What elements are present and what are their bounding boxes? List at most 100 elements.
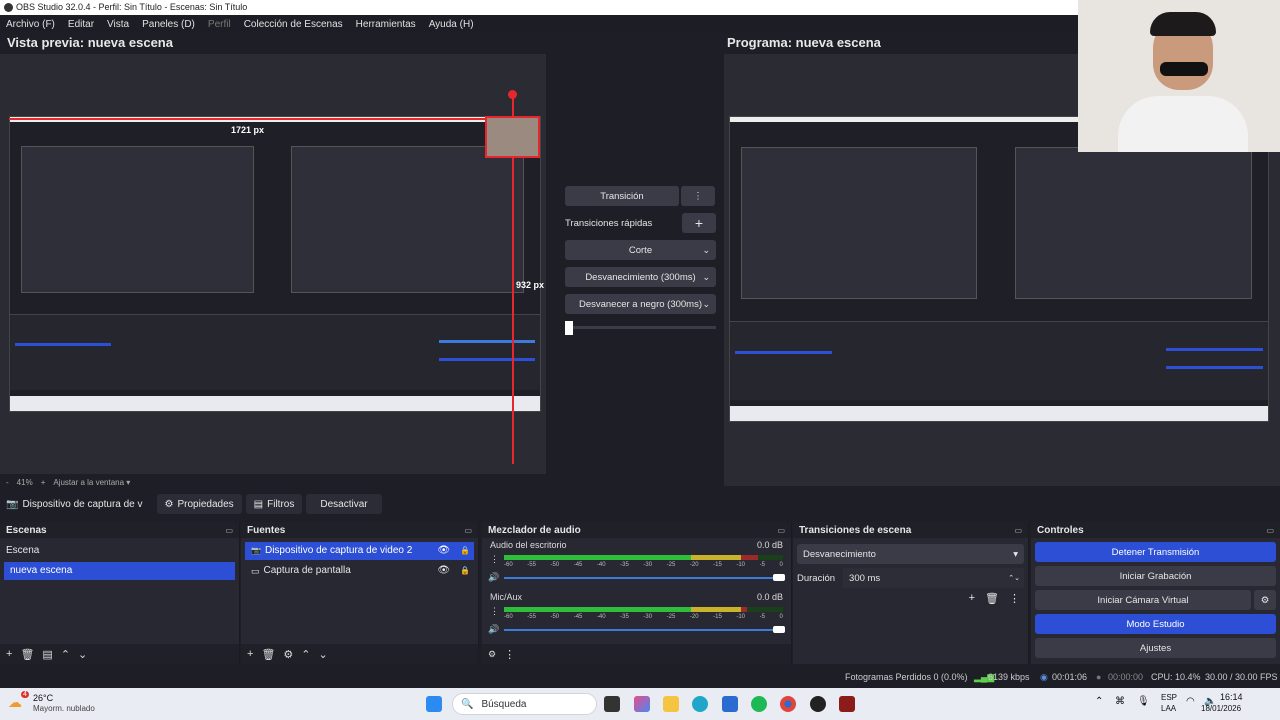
weather-widget[interactable]: ☁ 4 [8, 691, 29, 714]
dock-float-icon[interactable]: ▭ [1266, 526, 1274, 535]
trash-icon[interactable]: 🗑 [985, 592, 999, 605]
move-down-icon[interactable]: ⌄ [319, 648, 328, 661]
dock-float-icon[interactable]: ▭ [464, 526, 472, 535]
file-explorer-icon[interactable] [663, 696, 679, 712]
obs-taskbar-icon[interactable] [810, 696, 826, 712]
move-up-icon[interactable]: ⌃ [301, 648, 310, 661]
scene-item-selected[interactable]: nueva escena [4, 562, 235, 580]
cpu-usage: CPU: 10.4% [1151, 672, 1201, 682]
app-taskbar-icon[interactable] [839, 696, 855, 712]
trash-icon[interactable]: 🗑 [261, 648, 275, 661]
volume-fader[interactable] [504, 626, 785, 633]
more-vertical-icon[interactable]: ⋮ [490, 554, 499, 565]
move-down-icon[interactable]: ⌄ [78, 648, 87, 661]
wifi-icon[interactable]: ◠ [1186, 696, 1195, 707]
clock-date[interactable]: 18/01/2026 [1201, 704, 1241, 713]
menu-paneles[interactable]: Paneles (D) [142, 19, 195, 30]
preview-screen-capture [9, 116, 541, 412]
webcam-source-selection[interactable] [485, 116, 540, 158]
deactivate-button[interactable]: Desactivar [306, 494, 382, 514]
scene-item[interactable]: Escena [0, 542, 239, 560]
dropped-frames: Fotogramas Perdidos 0 (0.0%) [845, 672, 968, 682]
virtual-cam-gear-icon[interactable]: ⚙ [1254, 590, 1276, 610]
program-title: Programa: nueva escena [727, 35, 881, 50]
menu-perfil[interactable]: Perfil [208, 19, 231, 30]
settings-button[interactable]: Ajustes [1035, 638, 1276, 658]
copilot-icon[interactable] [634, 696, 650, 712]
scale-tick: 0 [779, 614, 783, 620]
more-vertical-icon[interactable]: ⋮ [490, 606, 499, 617]
taskbar-search[interactable]: 🔍 Búsqueda [452, 693, 597, 715]
dock-float-icon[interactable]: ▭ [225, 526, 233, 535]
chrome-icon[interactable] [780, 696, 796, 712]
duration-label: Duración [797, 572, 836, 584]
clock-time[interactable]: 16:14 [1220, 692, 1243, 702]
start-record-button[interactable]: Iniciar Grabación [1035, 566, 1276, 586]
zoom-fit-select[interactable]: Ajustar a la ventana ▾ [53, 478, 130, 487]
properties-button[interactable]: ⚙ Propiedades [156, 494, 242, 514]
controls-title: Controles [1037, 524, 1084, 536]
duration-input[interactable]: 300 ms ⌃⌄ [843, 568, 1024, 588]
add-icon[interactable]: + [6, 648, 12, 660]
menu-editar[interactable]: Editar [68, 19, 94, 30]
tray-app-icon[interactable]: ⌘ [1115, 696, 1125, 707]
menu-coleccion-escenas[interactable]: Colección de Escenas [244, 19, 343, 30]
meter-red-segment [741, 607, 747, 612]
move-up-icon[interactable]: ⌃ [61, 648, 70, 661]
transition-button[interactable]: Transición [565, 186, 679, 206]
studio-mode-button[interactable]: Modo Estudio [1035, 614, 1276, 634]
microphone-icon[interactable]: 🎙 [1137, 696, 1150, 707]
eye-icon[interactable]: 👁 [437, 542, 450, 560]
task-view-icon[interactable] [604, 696, 620, 712]
transition-more-button[interactable]: ⋮ [681, 186, 715, 206]
lang-bottom[interactable]: LAA [1161, 704, 1176, 713]
speaker-icon[interactable]: 🔊 [488, 572, 499, 583]
lang-top[interactable]: ESP [1161, 693, 1177, 702]
spotify-icon[interactable] [751, 696, 767, 712]
windows-start-icon[interactable] [426, 696, 442, 712]
source-item-selected[interactable]: 📷 Dispositivo de captura de video 2 👁 🔒 [245, 542, 474, 560]
add-icon[interactable]: + [247, 648, 253, 660]
preview-canvas[interactable]: 1721 px 932 px [0, 54, 546, 474]
menu-ayuda[interactable]: Ayuda (H) [429, 19, 474, 30]
audio-mixer-dock: Mezclador de audio ▭ Audio del escritorio… [482, 522, 792, 664]
virtual-cam-button[interactable]: Iniciar Cámara Virtual [1035, 590, 1251, 610]
menu-archivo[interactable]: Archivo (F) [6, 19, 55, 30]
tray-chevron-icon[interactable]: ⌃ [1095, 696, 1103, 707]
dock-float-icon[interactable]: ▭ [1014, 526, 1022, 535]
lock-icon[interactable]: 🔒 [460, 542, 470, 560]
gear-icon[interactable]: ⚙ [283, 648, 293, 661]
add-quick-transition-icon[interactable]: + [682, 213, 716, 233]
more-vertical-icon[interactable]: ⋮ [504, 648, 515, 661]
advanced-audio-icon[interactable]: ⚙ [488, 649, 496, 660]
mixer-channel-desktop: Audio del escritorio 0.0 dB ⋮ -60 -55 -50 -4… [482, 538, 791, 590]
stop-stream-button[interactable]: Detener Transmisión [1035, 542, 1276, 562]
filters-icon[interactable]: ▤ [42, 648, 52, 661]
eye-icon[interactable]: 👁 [437, 562, 450, 580]
scenes-dock: Escenas ▭ Escena nueva escena + 🗑 ▤ ⌃ ⌄ [0, 522, 240, 664]
zoom-out-button[interactable]: - [6, 478, 9, 487]
tbar-slider[interactable] [565, 321, 716, 335]
weather-temp: 26°C [33, 693, 54, 703]
dock-float-icon[interactable]: ▭ [777, 526, 785, 535]
source-item[interactable]: ▭ Captura de pantalla 👁 🔒 [245, 562, 474, 580]
add-icon[interactable]: + [969, 592, 975, 605]
edge-icon[interactable] [692, 696, 708, 712]
quick-transition-cut[interactable]: Corte ⌄ [565, 240, 716, 260]
zoom-in-button[interactable]: + [41, 478, 46, 487]
lock-icon[interactable]: 🔒 [460, 562, 470, 580]
menu-herramientas[interactable]: Herramientas [356, 19, 416, 30]
menu-vista[interactable]: Vista [107, 19, 129, 30]
volume-fader[interactable] [504, 574, 785, 581]
selection-guide-horizontal [9, 118, 485, 120]
speaker-icon[interactable]: 🔊 [488, 624, 499, 635]
store-icon[interactable] [722, 696, 738, 712]
trash-icon[interactable]: 🗑 [20, 648, 34, 661]
quick-transition-fade[interactable]: Desvanecimiento (300ms) ⌄ [565, 267, 716, 287]
transition-type-select[interactable]: Desvanecimiento ▾ [797, 544, 1024, 564]
rotation-handle[interactable] [508, 90, 517, 99]
more-vertical-icon[interactable]: ⋮ [1009, 592, 1020, 605]
quick-transition-fade-black[interactable]: Desvanecer a negro (300ms) ⌄ [565, 294, 716, 314]
webcam-person-sunglasses [1160, 62, 1208, 76]
filters-button[interactable]: ▤ Filtros [245, 494, 303, 514]
